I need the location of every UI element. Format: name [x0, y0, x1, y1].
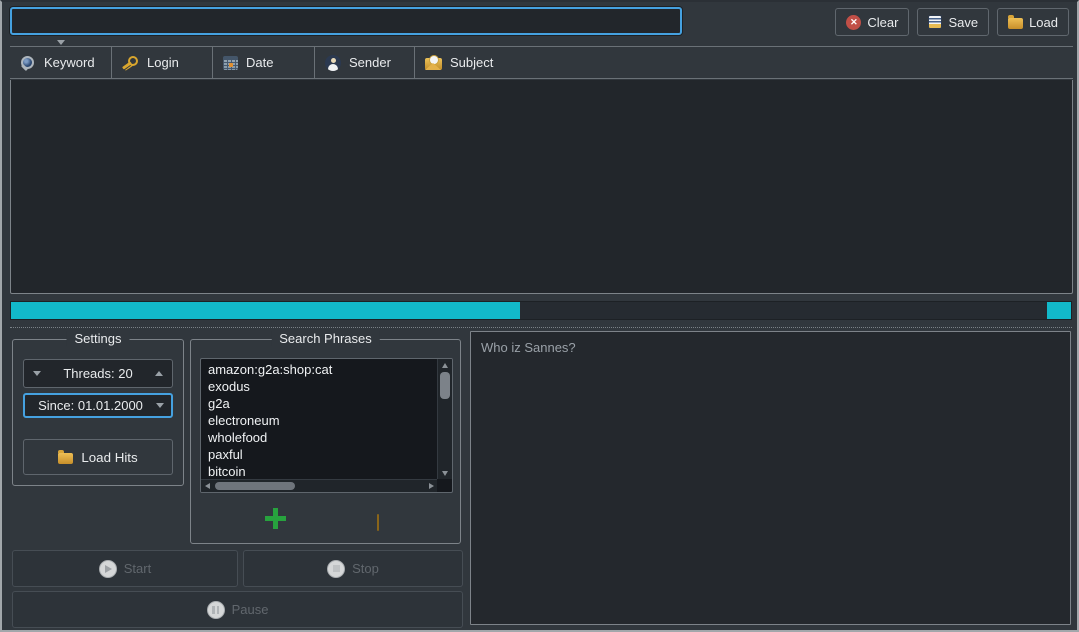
stop-icon [327, 560, 345, 578]
person-icon [325, 55, 341, 71]
column-label: Login [147, 55, 179, 70]
load-button-label: Load [1029, 15, 1058, 30]
column-label: Keyword [44, 55, 95, 70]
clear-button[interactable]: Clear [835, 8, 909, 36]
horizontal-scrollbar[interactable] [201, 479, 437, 492]
arrow-right-icon [429, 483, 434, 489]
save-button[interactable]: Save [917, 8, 989, 36]
stop-button[interactable]: Stop [243, 550, 463, 587]
threads-value: Threads: 20 [63, 366, 132, 381]
results-table-body[interactable] [10, 80, 1073, 294]
toolbar: Clear Save Load [835, 8, 1069, 36]
since-combobox[interactable]: Since: 01.01.2000 [23, 393, 173, 418]
list-item[interactable]: paxful [208, 446, 437, 463]
stop-button-label: Stop [352, 561, 379, 576]
vertical-scrollbar[interactable] [437, 359, 452, 479]
vertical-scroll-thumb[interactable] [440, 372, 450, 399]
clear-icon [846, 15, 861, 30]
load-button[interactable]: Load [997, 8, 1069, 36]
save-button-label: Save [948, 15, 978, 30]
add-phrase-button[interactable] [265, 508, 287, 530]
search-phrases-group: Search Phrases amazon:g2a:shop:cat exodu… [190, 339, 461, 544]
search-input[interactable] [10, 7, 682, 35]
chevron-down-icon [156, 403, 164, 408]
phrases-list: amazon:g2a:shop:cat exodus g2a electrone… [201, 359, 437, 479]
arrow-up-icon [442, 363, 448, 368]
column-header-date[interactable]: Date [213, 47, 315, 78]
list-item[interactable]: bitcoin [208, 463, 437, 479]
pause-button[interactable]: Pause [12, 591, 463, 628]
list-item[interactable]: exodus [208, 378, 437, 395]
list-item[interactable]: wholefood [208, 429, 437, 446]
save-icon [928, 15, 942, 29]
pause-button-label: Pause [232, 602, 269, 617]
search-phrases-group-title: Search Phrases [271, 331, 380, 346]
list-item[interactable]: electroneum [208, 412, 437, 429]
load-hits-button[interactable]: Load Hits [23, 439, 173, 475]
load-hits-label: Load Hits [81, 450, 137, 465]
progress-right-chunk [1047, 302, 1071, 319]
arrow-left-icon [205, 483, 210, 489]
since-value: Since: 01.01.2000 [25, 398, 156, 413]
minus-icon [377, 514, 379, 531]
list-item[interactable]: amazon:g2a:shop:cat [208, 361, 437, 378]
magnifier-icon [20, 55, 36, 71]
phrases-listbox[interactable]: amazon:g2a:shop:cat exodus g2a electrone… [200, 358, 453, 493]
notes-textarea[interactable] [470, 331, 1071, 625]
settings-group: Settings Threads: 20 Since: 01.01.2000 L… [12, 339, 184, 486]
progress-bar [10, 301, 1072, 320]
folder-icon [1008, 18, 1023, 29]
scroll-down-button[interactable] [438, 467, 452, 479]
threads-spinner[interactable]: Threads: 20 [23, 359, 173, 388]
results-table-header: Keyword Login Date Sender Subject [10, 46, 1073, 79]
arrow-down-icon [442, 471, 448, 476]
column-header-subject[interactable]: Subject [415, 47, 1073, 78]
spinner-decrement-button[interactable] [33, 371, 41, 376]
remove-phrase-button[interactable] [366, 515, 390, 525]
column-label: Subject [450, 55, 493, 70]
column-label: Date [246, 55, 273, 70]
column-header-login[interactable]: Login [112, 47, 213, 78]
column-header-sender[interactable]: Sender [315, 47, 415, 78]
column-label: Sender [349, 55, 391, 70]
section-divider [10, 327, 1072, 328]
play-icon [99, 560, 117, 578]
start-button[interactable]: Start [12, 550, 238, 587]
sort-indicator-icon [57, 40, 65, 45]
folder-icon [58, 453, 73, 464]
scroll-up-button[interactable] [438, 359, 452, 371]
calendar-icon [223, 56, 238, 70]
settings-group-title: Settings [67, 331, 130, 346]
plus-icon [265, 508, 286, 529]
horizontal-scroll-thumb[interactable] [215, 482, 295, 490]
progress-fill [11, 302, 520, 319]
app-window: Clear Save Load Keyword Login Date Sende… [0, 0, 1079, 632]
pause-icon [207, 601, 225, 619]
list-item[interactable]: g2a [208, 395, 437, 412]
column-header-keyword[interactable]: Keyword [10, 47, 112, 78]
key-icon [122, 55, 139, 71]
scroll-left-button[interactable] [201, 480, 213, 492]
start-button-label: Start [124, 561, 151, 576]
clear-button-label: Clear [867, 15, 898, 30]
envelope-icon [425, 58, 442, 70]
scroll-right-button[interactable] [425, 480, 437, 492]
spinner-increment-button[interactable] [155, 371, 163, 376]
